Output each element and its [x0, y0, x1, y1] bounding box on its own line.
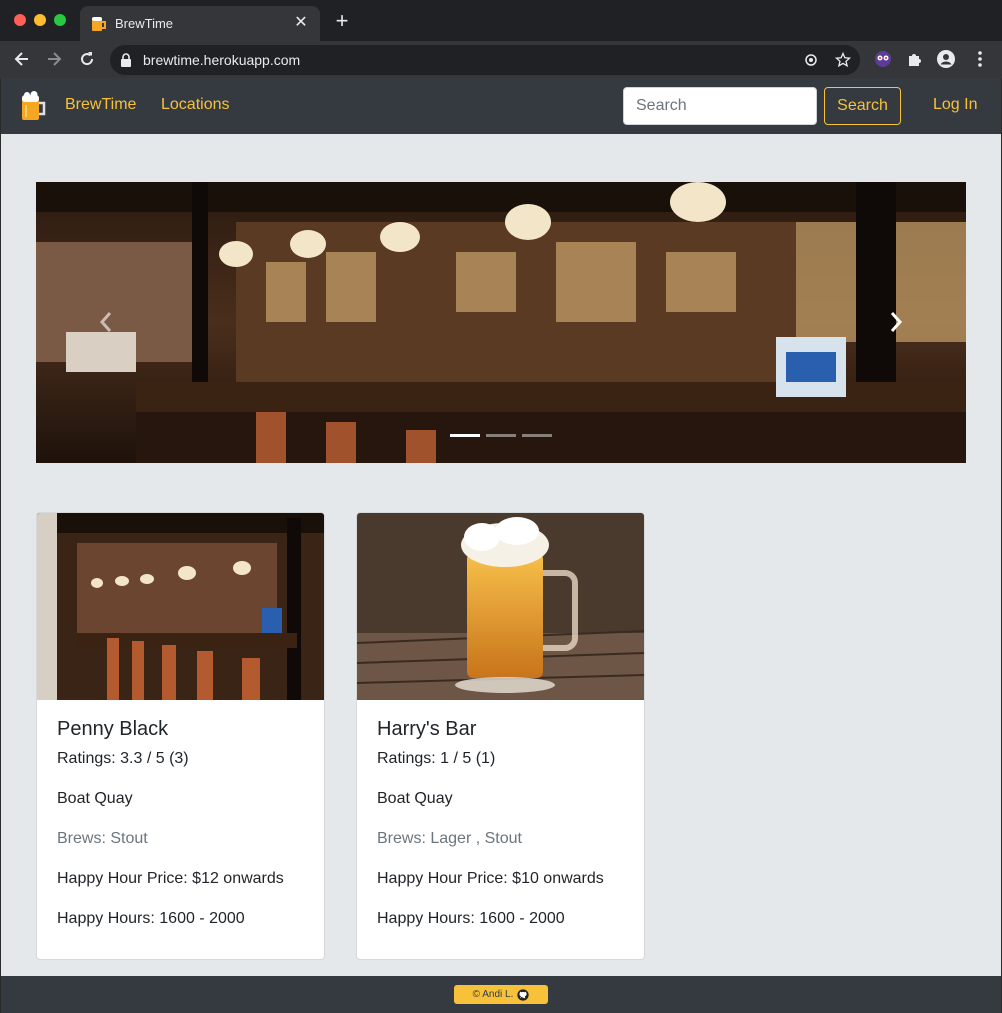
pub-happy-hours: Happy Hours: 1600 - 2000 [57, 910, 245, 927]
forward-arrow-icon[interactable] [44, 49, 64, 69]
browser-tab[interactable]: BrewTime ✕ [80, 6, 320, 41]
pub-ratings: Ratings: 3.3 / 5 (3) [57, 750, 189, 767]
pub-card-penny-black[interactable]: Penny Black Ratings: 3.3 / 5 (3) Boat Qu… [36, 512, 325, 960]
harrys-bar-image [357, 513, 644, 700]
pub-location: Boat Quay [377, 790, 453, 807]
reload-icon[interactable] [77, 49, 97, 69]
back-arrow-icon[interactable] [12, 49, 32, 69]
pub-happy-hour-price: Happy Hour Price: $10 onwards [377, 870, 604, 887]
pub-card-harrys-bar[interactable]: Harry's Bar Ratings: 1 / 5 (1) Boat Quay… [356, 512, 645, 960]
search-input[interactable] [623, 87, 817, 125]
penny-black-image [37, 513, 324, 700]
kebab-menu-icon[interactable] [970, 49, 990, 69]
locations-link[interactable]: Locations [161, 96, 230, 114]
tab-strip: BrewTime ✕ + [0, 0, 1002, 41]
beer-mug-logo-icon[interactable] [19, 90, 47, 122]
tab-close-icon[interactable]: ✕ [292, 14, 310, 32]
footer: © Andi L. [1, 976, 1001, 1013]
location-target-icon[interactable] [803, 52, 819, 68]
browser-toolbar: brewtime.herokuapp.com [0, 41, 1002, 78]
pub-name: Penny Black [57, 718, 169, 740]
github-icon[interactable] [517, 988, 529, 1001]
footer-credit-text: © Andi L. [472, 989, 514, 1000]
address-bar[interactable]: brewtime.herokuapp.com [110, 45, 860, 75]
pub-interior-image [36, 182, 966, 463]
maximize-window-button[interactable] [54, 14, 66, 26]
minimize-window-button[interactable] [34, 14, 46, 26]
bookmark-star-icon[interactable] [835, 52, 851, 68]
carousel-prev-chevron-icon[interactable] [96, 307, 116, 337]
carousel-indicator-1[interactable] [450, 434, 480, 437]
pub-happy-hour-price: Happy Hour Price: $12 onwards [57, 870, 284, 887]
image-carousel [36, 182, 966, 463]
lock-icon [121, 53, 131, 67]
card-body: Penny Black Ratings: 3.3 / 5 (3) Boat Qu… [57, 718, 307, 950]
login-link[interactable]: Log In [933, 96, 977, 114]
profile-avatar-icon[interactable] [936, 49, 956, 69]
close-window-button[interactable] [14, 14, 26, 26]
carousel-indicator-2[interactable] [486, 434, 516, 437]
search-button[interactable]: Search [824, 87, 901, 125]
carousel-indicators [36, 434, 966, 437]
carousel-next-chevron-icon[interactable] [886, 307, 906, 337]
brand-link[interactable]: BrewTime [65, 96, 136, 114]
page-viewport: BrewTime Locations Search Log In [1, 78, 1001, 1013]
card-body: Harry's Bar Ratings: 1 / 5 (1) Boat Quay… [377, 718, 627, 950]
pub-ratings: Ratings: 1 / 5 (1) [377, 750, 496, 767]
puzzle-extensions-icon[interactable] [905, 49, 925, 69]
footer-credit-badge[interactable]: © Andi L. [454, 985, 548, 1004]
browser-chrome: BrewTime ✕ + brewtime.herokuapp.com [0, 0, 1002, 78]
url-text: brewtime.herokuapp.com [143, 52, 301, 68]
pub-location: Boat Quay [57, 790, 133, 807]
new-tab-icon[interactable]: + [332, 10, 352, 32]
pub-brews: Brews: Stout [57, 830, 148, 847]
pub-brews: Brews: Lager , Stout [377, 830, 522, 847]
pub-name: Harry's Bar [377, 718, 477, 740]
carousel-indicator-3[interactable] [522, 434, 552, 437]
extension-face-icon[interactable] [873, 49, 893, 69]
beer-favicon-icon [92, 17, 106, 31]
navbar: BrewTime Locations Search Log In [1, 78, 1001, 134]
tab-title: BrewTime [115, 16, 174, 31]
pub-happy-hours: Happy Hours: 1600 - 2000 [377, 910, 565, 927]
